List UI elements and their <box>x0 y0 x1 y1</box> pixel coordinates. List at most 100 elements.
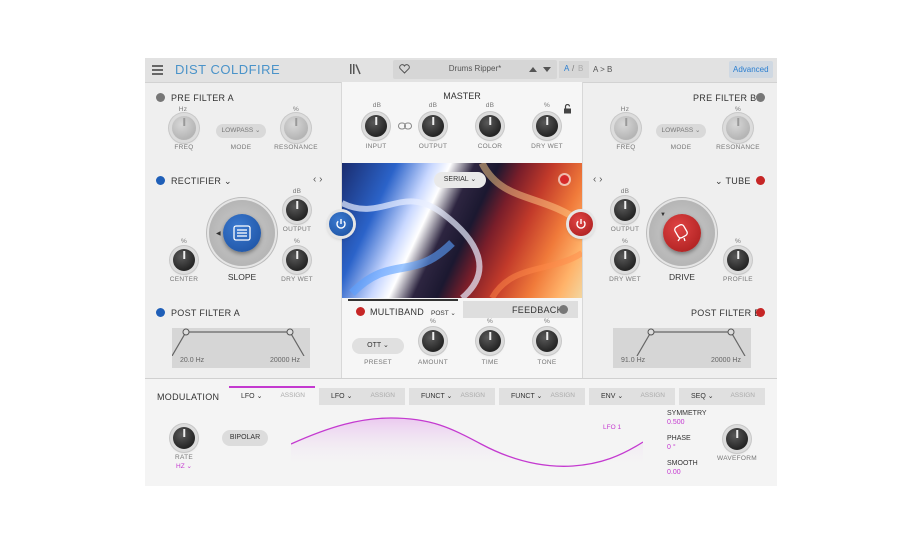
mod-tab-4-assign[interactable]: ASSIGN <box>550 392 575 399</box>
mod-tab-3-assign[interactable]: ASSIGN <box>460 392 485 399</box>
rate-unit-dropdown[interactable]: HZ ⌄ <box>164 462 204 470</box>
slope-knob[interactable] <box>223 214 261 252</box>
mod-tab-3[interactable]: FUNCT ⌄ ASSIGN <box>409 388 495 405</box>
mod-tab-5-assign[interactable]: ASSIGN <box>640 392 665 399</box>
dist-a-output-knob[interactable] <box>286 199 308 221</box>
multiband-title[interactable]: MULTIBAND <box>370 307 424 317</box>
tube-icon <box>674 224 688 242</box>
copy-a-to-b-button[interactable]: A > B <box>593 65 612 74</box>
post-filter-a-low-value[interactable]: 20.0 Hz <box>180 357 204 364</box>
post-filter-a-graph[interactable]: 20.0 Hz 20000 Hz <box>172 328 310 368</box>
master-title: MASTER <box>443 91 481 101</box>
hamburger-menu-icon[interactable] <box>152 65 163 75</box>
dist-a-drywet-knob[interactable] <box>286 249 308 271</box>
ab-a-label[interactable]: A <box>564 64 569 73</box>
advanced-button[interactable]: Advanced <box>729 61 773 78</box>
pre-filter-a-mode-dropdown[interactable]: LOWPASS ⌄ <box>216 124 266 138</box>
post-filter-b-graph[interactable]: 91.0 Hz 20000 Hz <box>613 328 751 368</box>
dist-b-type: TUBE <box>725 176 751 186</box>
mod-tab-6[interactable]: SEQ ⌄ ASSIGN <box>679 388 765 405</box>
multiband-post-dropdown[interactable]: POST ⌄ <box>431 309 456 317</box>
mod-tab-3-name: FUNCT ⌄ <box>421 393 453 400</box>
post-filter-b-low-value[interactable]: 91.0 Hz <box>621 357 645 364</box>
master-output-knob[interactable] <box>422 115 444 137</box>
lock-icon[interactable] <box>563 104 572 114</box>
previous-preset-icon[interactable] <box>529 66 537 73</box>
multiband-led[interactable] <box>356 307 365 316</box>
dist-a-nav-arrows[interactable]: ‹ › <box>313 174 322 185</box>
post-filter-a-high-value[interactable]: 20000 Hz <box>270 357 300 364</box>
dist-b-drywet-knob[interactable] <box>614 249 636 271</box>
amount-knob[interactable] <box>422 330 444 352</box>
mod-tab-6-name: SEQ ⌄ <box>691 393 714 400</box>
mod-tab-1[interactable]: LFO ⌄ ASSIGN <box>229 388 315 405</box>
center-knob[interactable] <box>173 249 195 271</box>
plugin-title: DIST COLDFIRE <box>175 62 281 77</box>
phase-value[interactable]: 0 ° <box>667 444 676 451</box>
rate-knob[interactable] <box>173 427 195 449</box>
pre-filter-b-resonance-knob[interactable] <box>726 116 750 140</box>
mod-tab-4[interactable]: FUNCT ⌄ ASSIGN <box>499 388 585 405</box>
drive-pointer-icon: ▼ <box>660 212 666 218</box>
master-drywet-knob[interactable] <box>536 115 558 137</box>
mod-tab-5-name: ENV ⌄ <box>601 393 624 400</box>
time-label: TIME <box>481 359 499 366</box>
dist-a-power-button[interactable] <box>329 212 353 236</box>
feedback-tab[interactable]: FEEDBACK <box>463 301 578 318</box>
profile-knob[interactable] <box>727 249 749 271</box>
dist-b-output-knob[interactable] <box>614 199 636 221</box>
post-filter-b-led[interactable] <box>756 308 765 317</box>
post-filter-a-title: POST FILTER A <box>171 308 241 318</box>
output-unit: dB <box>428 102 438 109</box>
master-color-knob[interactable] <box>479 115 501 137</box>
mod-tab-2[interactable]: LFO ⌄ ASSIGN <box>319 388 405 405</box>
waveform-knob[interactable] <box>726 428 748 450</box>
dist-b-drywet-label: DRY WET <box>609 276 641 283</box>
ab-b-label[interactable]: B <box>578 64 583 73</box>
symmetry-value[interactable]: 0.500 <box>667 419 685 426</box>
amount-label: AMOUNT <box>418 359 448 366</box>
link-icon[interactable] <box>398 122 412 130</box>
multiband-preset-dropdown[interactable]: OTT ⌄ <box>352 338 404 354</box>
next-preset-icon[interactable] <box>543 66 551 73</box>
mod-tab-1-assign[interactable]: ASSIGN <box>280 392 305 399</box>
bipolar-button[interactable]: BIPOLAR <box>222 430 268 446</box>
pre-filter-b-freq-knob[interactable] <box>614 116 638 140</box>
pre-filter-b-title: PRE FILTER B <box>693 93 757 103</box>
routing-dropdown[interactable]: SERIAL ⌄ <box>434 172 486 188</box>
dist-b-nav-arrows[interactable]: ‹ › <box>593 174 602 185</box>
time-knob[interactable] <box>479 330 501 352</box>
dist-a-led[interactable] <box>156 176 165 185</box>
post-filter-b-high-value[interactable]: 20000 Hz <box>711 357 741 364</box>
mod-tab-2-assign[interactable]: ASSIGN <box>370 392 395 399</box>
mod-tab-5[interactable]: ENV ⌄ ASSIGN <box>589 388 675 405</box>
dist-a-drywet-unit: % <box>293 238 301 245</box>
drive-knob[interactable] <box>663 214 701 252</box>
dist-b-power-button[interactable] <box>569 212 593 236</box>
tone-knob[interactable] <box>536 330 558 352</box>
library-icon[interactable] <box>350 64 361 75</box>
post-filter-a-led[interactable] <box>156 308 165 317</box>
feedback-title: FEEDBACK <box>512 305 563 315</box>
smooth-value[interactable]: 0.00 <box>667 469 681 476</box>
lfo-waveform-display[interactable] <box>291 416 643 468</box>
preset-selector[interactable]: Drums Ripper* <box>393 60 557 79</box>
resonance-a-label: RESONANCE <box>274 144 318 151</box>
pre-filter-b-led[interactable] <box>756 93 765 102</box>
post-filter-a-curve <box>172 328 305 356</box>
dist-b-led[interactable] <box>756 176 765 185</box>
dist-b-output-label: OUTPUT <box>610 226 640 233</box>
ab-slash: / <box>572 64 575 73</box>
mode-b-value: LOWPASS <box>661 127 694 134</box>
pre-filter-a-freq-knob[interactable] <box>172 116 196 140</box>
feedback-led[interactable] <box>559 305 568 314</box>
dist-b-type-dropdown[interactable]: ⌄ TUBE <box>715 176 751 187</box>
ab-compare[interactable]: A / B <box>559 61 589 78</box>
pre-filter-b-mode-dropdown[interactable]: LOWPASS ⌄ <box>656 124 706 138</box>
pre-filter-a-led[interactable] <box>156 93 165 102</box>
mod-tab-6-assign[interactable]: ASSIGN <box>730 392 755 399</box>
dist-b-output-unit: dB <box>620 188 630 195</box>
pre-filter-a-resonance-knob[interactable] <box>284 116 308 140</box>
master-input-knob[interactable] <box>365 115 387 137</box>
dist-a-type-dropdown[interactable]: RECTIFIER ⌄ <box>171 176 232 187</box>
